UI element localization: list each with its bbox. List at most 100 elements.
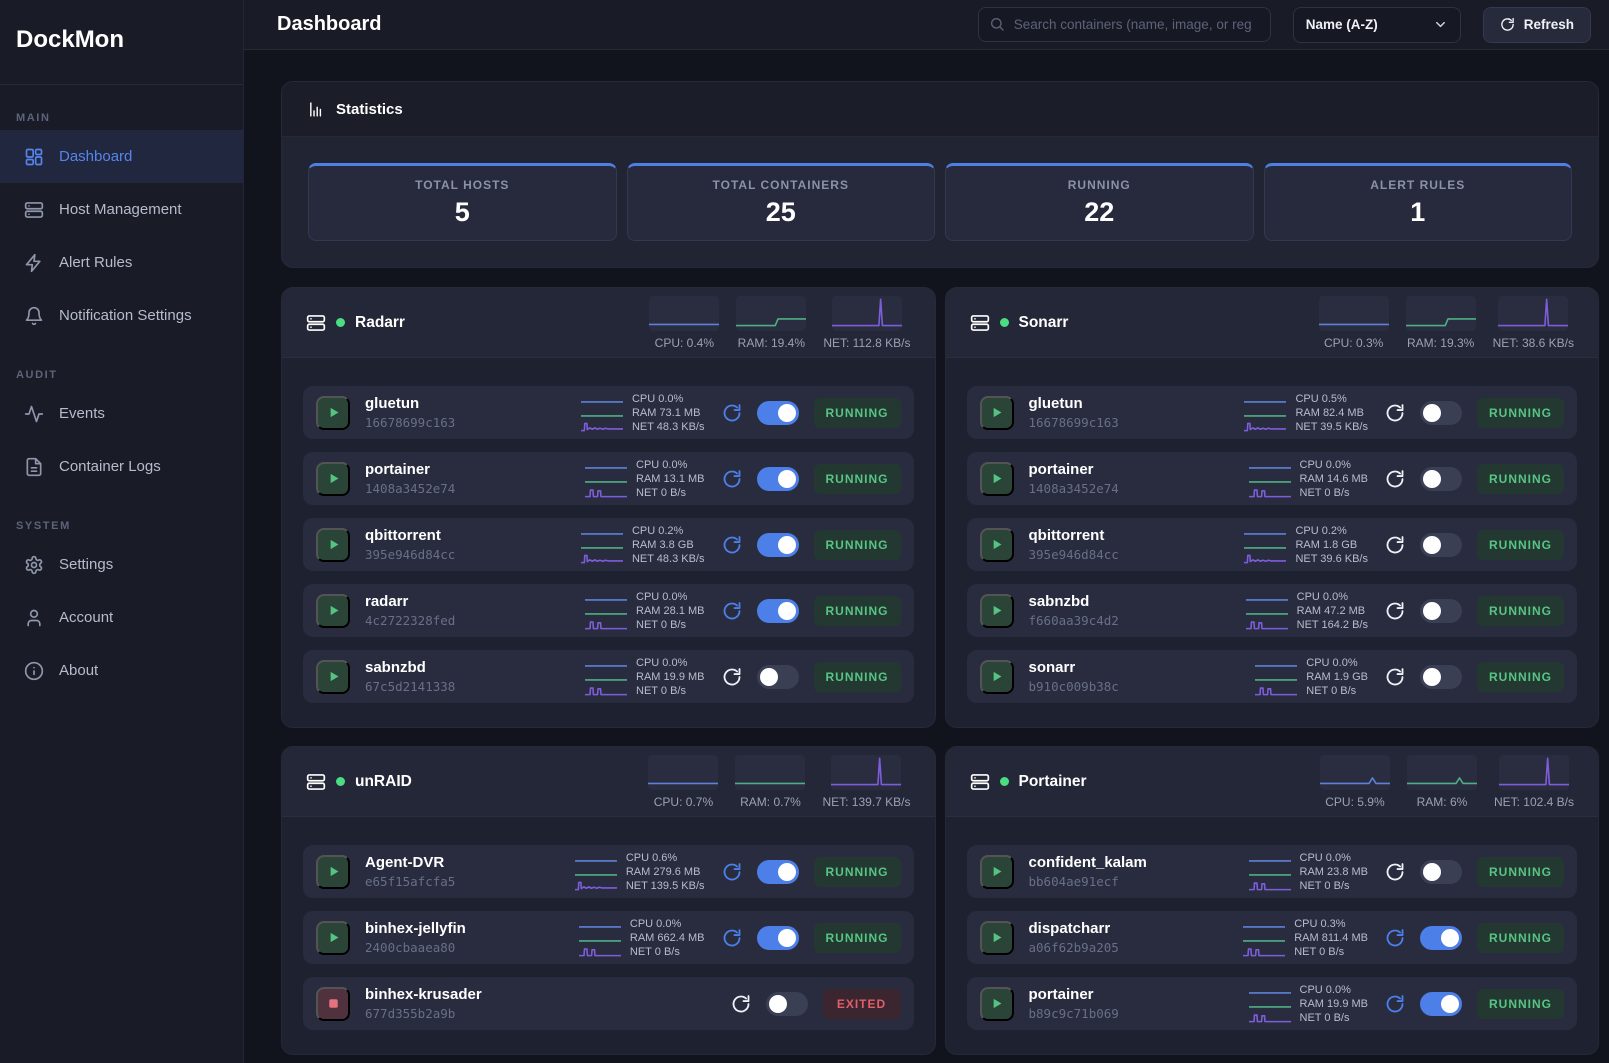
status-badge: RUNNING: [1477, 989, 1564, 1019]
container-action-button[interactable]: [980, 396, 1014, 430]
host-header: Radarr CPU: 0.4% RAM: 19.4% NET: 112.8 K…: [282, 288, 935, 358]
autorestart-toggle[interactable]: [757, 665, 799, 689]
container-net-stat: NET 0 B/s: [636, 619, 704, 631]
container-row-gluetun: gluetun 16678699c163 CPU 0.5% RAM 82.4 M…: [967, 386, 1578, 439]
restart-icon[interactable]: [1385, 601, 1405, 621]
container-net-stat: NET 0 B/s: [1300, 1012, 1368, 1024]
restart-icon[interactable]: [722, 928, 742, 948]
sidebar-section: SYSTEM Settings Account About: [0, 520, 243, 697]
container-row-agent-dvr: Agent-DVR e65f15afcfa5 CPU 0.6% RAM 279.…: [303, 845, 914, 898]
container-net-stat: NET 0 B/s: [1294, 946, 1368, 958]
container-action-button[interactable]: [316, 462, 350, 496]
refresh-button[interactable]: Refresh: [1483, 7, 1591, 43]
container-net-stat: NET 0 B/s: [1300, 880, 1368, 892]
host-metrics: CPU: 5.9% RAM: 6% NET: 102.4 B/s: [1320, 755, 1574, 809]
container-stats: CPU 0.0% RAM 13.1 MB NET 0 B/s: [585, 459, 704, 499]
container-cpu-sparkline: [1249, 984, 1291, 995]
sidebar-item-settings[interactable]: Settings: [0, 538, 243, 591]
restart-icon[interactable]: [722, 469, 742, 489]
autorestart-toggle[interactable]: [757, 860, 799, 884]
sidebar-item-events[interactable]: Events: [0, 387, 243, 440]
sidebar-item-notification-settings[interactable]: Notification Settings: [0, 289, 243, 342]
autorestart-toggle[interactable]: [1420, 599, 1462, 623]
restart-icon[interactable]: [722, 403, 742, 423]
container-action-button[interactable]: [316, 855, 350, 889]
sidebar-item-dashboard[interactable]: Dashboard: [0, 130, 243, 183]
host-cpu-metric: CPU: 5.9%: [1320, 755, 1390, 809]
container-id: 67c5d2141338: [365, 679, 570, 694]
autorestart-toggle[interactable]: [1420, 467, 1462, 491]
autorestart-toggle[interactable]: [757, 401, 799, 425]
host-net-label: NET: 112.8 KB/s: [823, 336, 910, 350]
container-action-button[interactable]: [316, 528, 350, 562]
sort-select[interactable]: Name (A-Z): [1293, 7, 1461, 43]
container-id: e65f15afcfa5: [365, 874, 560, 889]
restart-icon[interactable]: [722, 862, 742, 882]
restart-icon[interactable]: [1385, 535, 1405, 555]
container-action-button[interactable]: [980, 594, 1014, 628]
autorestart-toggle[interactable]: [757, 533, 799, 557]
host-ram-metric: RAM: 0.7%: [735, 755, 805, 809]
autorestart-toggle[interactable]: [1420, 860, 1462, 884]
container-action-button[interactable]: [980, 528, 1014, 562]
autorestart-toggle[interactable]: [757, 599, 799, 623]
sidebar-section-label: MAIN: [0, 112, 243, 124]
autorestart-toggle[interactable]: [1420, 665, 1462, 689]
autorestart-toggle[interactable]: [1420, 992, 1462, 1016]
container-name: confident_kalam: [1029, 854, 1234, 871]
autorestart-toggle[interactable]: [757, 926, 799, 950]
container-action-button[interactable]: [316, 396, 350, 430]
autorestart-toggle[interactable]: [1420, 926, 1462, 950]
container-action-button[interactable]: [316, 987, 350, 1021]
container-net-sparkline: [585, 685, 627, 696]
restart-icon[interactable]: [722, 535, 742, 555]
host-status-dot: [1000, 777, 1009, 786]
container-net-sparkline: [1249, 1012, 1291, 1023]
container-action-button[interactable]: [980, 660, 1014, 694]
restart-icon[interactable]: [1385, 862, 1405, 882]
autorestart-toggle[interactable]: [1420, 533, 1462, 557]
status-badge: RUNNING: [814, 662, 901, 692]
search-input[interactable]: [978, 7, 1271, 42]
container-action-button[interactable]: [316, 921, 350, 955]
container-action-button[interactable]: [980, 462, 1014, 496]
container-ram-stat: RAM 47.2 MB: [1297, 605, 1368, 617]
restart-icon[interactable]: [1385, 994, 1405, 1014]
play-icon: [988, 602, 1005, 619]
container-id: b89c9c71b069: [1029, 1006, 1234, 1021]
stat-label: TOTAL HOSTS: [415, 178, 509, 192]
container-row-portainer: portainer 1408a3452e74 CPU 0.0% RAM 13.1…: [303, 452, 914, 505]
sidebar-item-host-management[interactable]: Host Management: [0, 183, 243, 236]
autorestart-toggle[interactable]: [1420, 401, 1462, 425]
container-action-button[interactable]: [980, 855, 1014, 889]
status-badge: RUNNING: [1477, 464, 1564, 494]
toggle-knob: [778, 863, 796, 881]
sidebar-item-about[interactable]: About: [0, 644, 243, 697]
container-action-button[interactable]: [980, 987, 1014, 1021]
restart-icon[interactable]: [722, 601, 742, 621]
sidebar-item-account[interactable]: Account: [0, 591, 243, 644]
host-cpu-label: CPU: 0.4%: [655, 336, 714, 350]
autorestart-toggle[interactable]: [766, 992, 808, 1016]
container-action-button[interactable]: [980, 921, 1014, 955]
host-name: Portainer: [1019, 773, 1087, 791]
container-cpu-stat: CPU 0.0%: [1300, 984, 1368, 996]
host-net-metric: NET: 139.7 KB/s: [822, 755, 910, 809]
restart-icon[interactable]: [1385, 469, 1405, 489]
container-cpu-sparkline: [585, 591, 627, 602]
container-net-stat: NET 48.3 KB/s: [632, 553, 705, 565]
sidebar-item-alert-rules[interactable]: Alert Rules: [0, 236, 243, 289]
restart-icon[interactable]: [1385, 667, 1405, 687]
restart-icon[interactable]: [722, 667, 742, 687]
sidebar-item-container-logs[interactable]: Container Logs: [0, 440, 243, 493]
autorestart-toggle[interactable]: [757, 467, 799, 491]
restart-icon[interactable]: [1385, 403, 1405, 423]
play-icon: [325, 602, 342, 619]
container-action-button[interactable]: [316, 594, 350, 628]
container-id: bb604ae91ecf: [1029, 874, 1234, 889]
restart-icon[interactable]: [731, 994, 751, 1014]
toggle-knob: [1423, 404, 1441, 422]
container-net-sparkline: [581, 421, 623, 432]
container-action-button[interactable]: [316, 660, 350, 694]
restart-icon[interactable]: [1385, 928, 1405, 948]
